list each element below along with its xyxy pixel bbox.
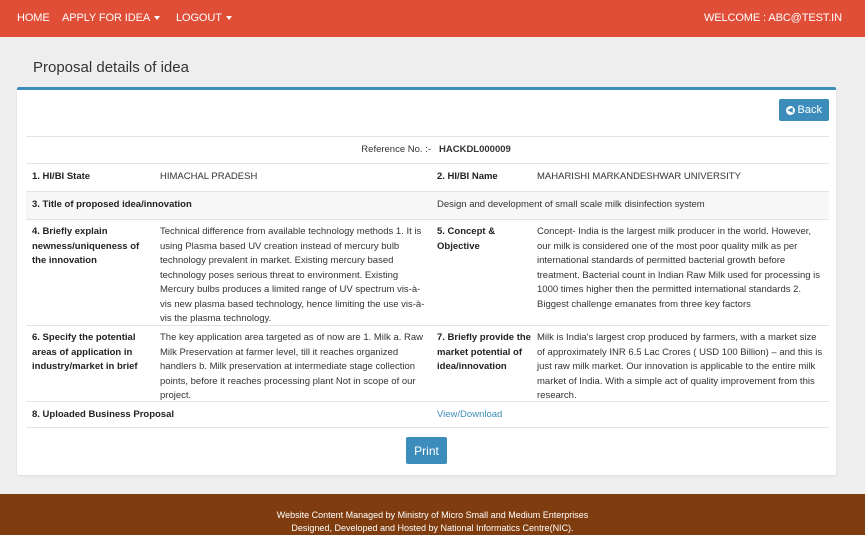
nav-logout-label: LOGOUT [176,12,222,24]
application-label: 6. Specify the potential areas of applic… [32,332,138,372]
state-value: HIMACHAL PRADESH [160,171,258,182]
back-button-label: Back [797,104,822,116]
top-navbar: HOME APPLY FOR IDEA LOGOUT WELCOME : ABC… [0,0,865,37]
newness-value: Technical difference from available tech… [160,226,425,324]
table-row: 3. Title of proposed idea/innovation Des… [26,191,829,219]
footer-managed-text: Website Content Managed by Ministry of M… [276,510,589,520]
table-row: 4. Briefly explain newness/uniqueness of… [26,219,829,325]
reference-row: Reference No. :- HACKDL000009 [26,136,829,163]
market-label: 7. Briefly provide the market potential … [437,332,531,372]
upload-label: 8. Uploaded Business Proposal [32,409,175,420]
welcome-user-text: WELCOME : ABC@TEST.IN [703,12,842,24]
table-row: 1. HI/BI State HIMACHAL PRADESH 2. HI/BI… [26,163,829,191]
reference-value: HACKDL000009 [439,144,511,155]
title-value: Design and development of small scale mi… [437,199,705,210]
view-download-link[interactable]: View/Download [437,408,502,423]
table-row: 8. Uploaded Business Proposal View/Downl… [26,401,829,428]
title-label: 3. Title of proposed idea/innovation [32,199,192,210]
nav-logout-dropdown[interactable]: LOGOUT [176,12,232,24]
application-value: The key application area targeted as of … [160,332,423,401]
page-title: Proposal details of idea [33,59,189,76]
reference-label: Reference No. :- [361,144,431,155]
arrow-left-circle-icon: ◀ [785,105,795,115]
name-value: MAHARISHI MARKANDESHWAR UNIVERSITY [537,171,741,182]
proposal-panel: ◀ Back Reference No. :- HACKDL000009 1. … [17,87,836,475]
concept-value: Concept- India is the largest milk produ… [537,226,821,310]
caret-down-icon [154,16,161,21]
nav-apply-label: APPLY FOR IDEA [62,12,151,24]
market-value: Milk is India's largest crop produced by… [537,332,823,401]
newness-label: 4. Briefly explain newness/uniqueness of… [32,226,140,266]
footer-developed-text: Designed, Developed and Hosted by Nation… [291,523,574,533]
name-label: 2. HI/BI Name [437,171,498,182]
page-footer: Website Content Managed by Ministry of M… [0,494,865,535]
print-button[interactable]: Print [406,437,447,464]
state-label: 1. HI/BI State [32,171,91,182]
concept-label: 5. Concept & Objective [437,226,496,252]
nav-home-link[interactable]: HOME [17,12,50,24]
table-row: 6. Specify the potential areas of applic… [26,325,829,401]
back-button[interactable]: ◀ Back [778,99,829,121]
nav-apply-dropdown[interactable]: APPLY FOR IDEA [62,12,161,24]
caret-down-icon [225,16,232,21]
